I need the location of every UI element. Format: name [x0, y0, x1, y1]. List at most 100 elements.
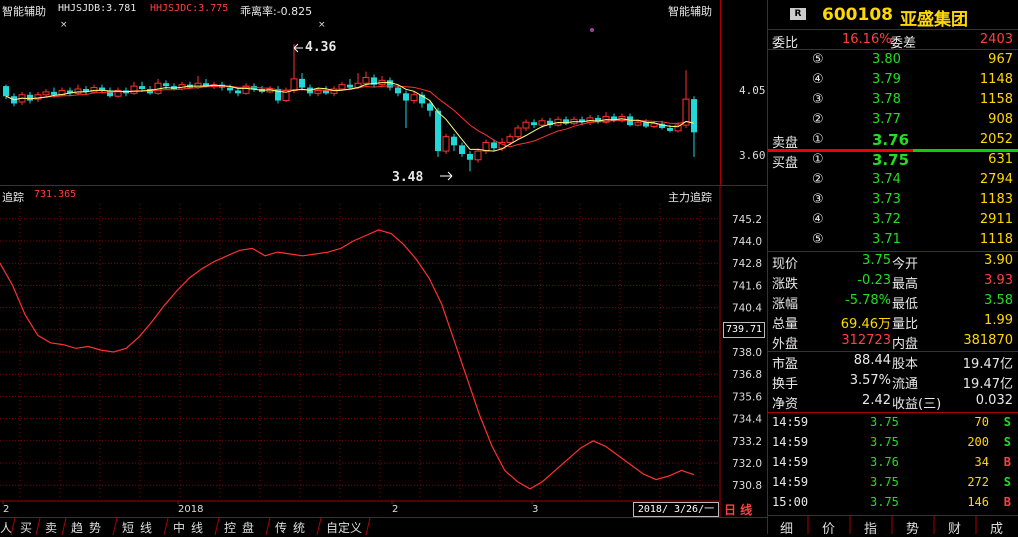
y-tick-label: 736.8 [732, 369, 762, 381]
candle-body-up [130, 85, 138, 94]
sell-level-row: 卖盘 ① 3.76 2052 [772, 131, 1013, 151]
candle-body-up [362, 76, 370, 84]
stat-value: 312723 [841, 333, 891, 348]
candle-body-down [435, 110, 441, 152]
candle-body-down [403, 93, 409, 101]
candle-body-up [314, 89, 322, 94]
main-force-tracking-chart[interactable]: 745.2744.0742.8741.6740.4739.2738.0736.8… [0, 186, 767, 517]
high-arrow-icon [293, 43, 303, 53]
low-arrow-icon [440, 171, 453, 181]
fin-value-2: 19.47亿 [962, 377, 1013, 392]
indicator-panel[interactable]: 745.2744.0742.8741.6740.4739.2738.0736.8… [0, 186, 767, 517]
top-y-axis: 4.05 3.60 [720, 0, 768, 185]
tick-row: 14:59 3.75 200 S [772, 435, 1011, 449]
high-price-label: 4.36 [305, 40, 337, 55]
tick-price: 3.75 [870, 475, 899, 489]
candle-body-down [3, 86, 9, 97]
y-tick-label: 745.2 [732, 214, 762, 226]
candle-body-down [27, 94, 33, 101]
stock-name: 亚盛集团 [900, 10, 968, 30]
candle-body-down [427, 103, 433, 111]
indicator-hhjsjdc: HHJSJDC:3.775 [150, 3, 229, 14]
candle-body-up [538, 120, 546, 126]
sell-volume: 967 [988, 52, 1013, 67]
sell-price: 3.76 [872, 131, 910, 149]
y-tick-label: 734.4 [732, 414, 762, 426]
buy-price: 3.71 [872, 232, 901, 247]
financial-row: 净资 2.42 收益(三) 0.032 [772, 393, 1013, 412]
candlestick-chart[interactable]: × × [0, 0, 720, 185]
candle-body-up [506, 136, 514, 143]
tick-row: 14:59 3.75 70 S [772, 415, 1011, 429]
stat-row: 涨幅 -5.78% 最低 3.58 [772, 293, 1013, 312]
stat-row: 总量 69.46万 量比 1.99 [772, 313, 1013, 332]
sell-volume: 908 [988, 112, 1013, 127]
buy-level-row: ④ 3.72 2911 [812, 212, 1013, 227]
stat-row: 现价 3.75 今开 3.90 [772, 253, 1013, 272]
marker-dot-icon [590, 28, 594, 32]
sell-volume: 1148 [979, 72, 1013, 87]
low-price-label: 3.48 [392, 170, 424, 185]
indicator-bias: 乖离率:-0.825 [240, 5, 313, 18]
order-ratio-value: 16.16% [842, 32, 892, 47]
buy-level-row: 买盘 ① 3.75 631 [772, 151, 1013, 171]
tick-volume: 200 [967, 435, 989, 449]
candle-body-down [227, 87, 233, 91]
candle-body-down [531, 122, 537, 126]
y-tick-label: 732.0 [732, 458, 762, 470]
tick-volume: 34 [974, 455, 989, 469]
candle-body-up [410, 94, 418, 102]
r-badge-icon: R [790, 8, 806, 20]
buy-price: 3.73 [872, 192, 901, 207]
buy-volume: 1118 [979, 232, 1013, 247]
candle-body-up [290, 78, 298, 91]
tick-side: B [1003, 495, 1011, 509]
candle-body-up [650, 123, 658, 128]
indicator-title-right: 主力追踪 [668, 191, 712, 204]
sell-level-row: ② 3.77 908 [812, 112, 1013, 127]
fin-value: 3.57% [849, 373, 891, 388]
buy-price: 3.74 [872, 172, 901, 187]
y-tick-360: 3.60 [739, 149, 766, 162]
tick-volume: 70 [974, 415, 989, 429]
candle-body-down [139, 86, 145, 89]
tick-price: 3.76 [870, 455, 899, 469]
fin-value: 88.44 [853, 353, 891, 368]
candle-body-down [643, 122, 649, 127]
tick-side: B [1003, 455, 1011, 469]
tick-side: S [1003, 415, 1011, 429]
tick-volume: 146 [967, 495, 989, 509]
y-tick-label: 740.4 [732, 303, 762, 315]
candle-body-up [522, 121, 530, 129]
current-value-badge: 739.71 [723, 322, 765, 338]
tick-price: 3.75 [870, 415, 899, 429]
candle-body-up [42, 91, 50, 96]
candle-body-down [347, 84, 353, 88]
candle-body-down [467, 154, 473, 160]
stat-value: -0.23 [857, 273, 891, 288]
buy-price: 3.75 [872, 151, 910, 169]
candle-body-down [491, 142, 497, 149]
stat-value-2: 381870 [963, 333, 1013, 348]
stat-value-2: 1.99 [984, 313, 1013, 328]
kline-panel[interactable]: × × 智能辅助 HHJSJDB:3.781 HHJSJDC:3.775 乖离率:… [0, 0, 720, 185]
y-tick-label: 738.0 [732, 347, 762, 359]
buy-level-row: ② 3.74 2794 [812, 172, 1013, 187]
y-tick-label: 742.8 [732, 258, 762, 270]
y-tick-405: 4.05 [739, 84, 766, 97]
period-label[interactable]: 日 线 [724, 501, 752, 518]
y-tick-label: 730.8 [732, 480, 762, 492]
candle-body-down [667, 128, 673, 131]
indicator-value: 731.365 [34, 189, 77, 200]
top-title: 智能辅助 [2, 5, 46, 18]
x-tick-label: 2 [392, 504, 398, 515]
sell-level-row: ⑤ 3.80 967 [812, 52, 1013, 67]
sell-price: 3.79 [872, 72, 901, 87]
buy-volume: 2794 [979, 172, 1013, 187]
candle-body-down [691, 99, 697, 133]
sell-price: 3.77 [872, 112, 901, 127]
candle-body-down [235, 90, 241, 94]
y-tick-label: 735.6 [732, 391, 762, 403]
series-line [0, 229, 695, 490]
tick-side: S [1003, 475, 1011, 489]
